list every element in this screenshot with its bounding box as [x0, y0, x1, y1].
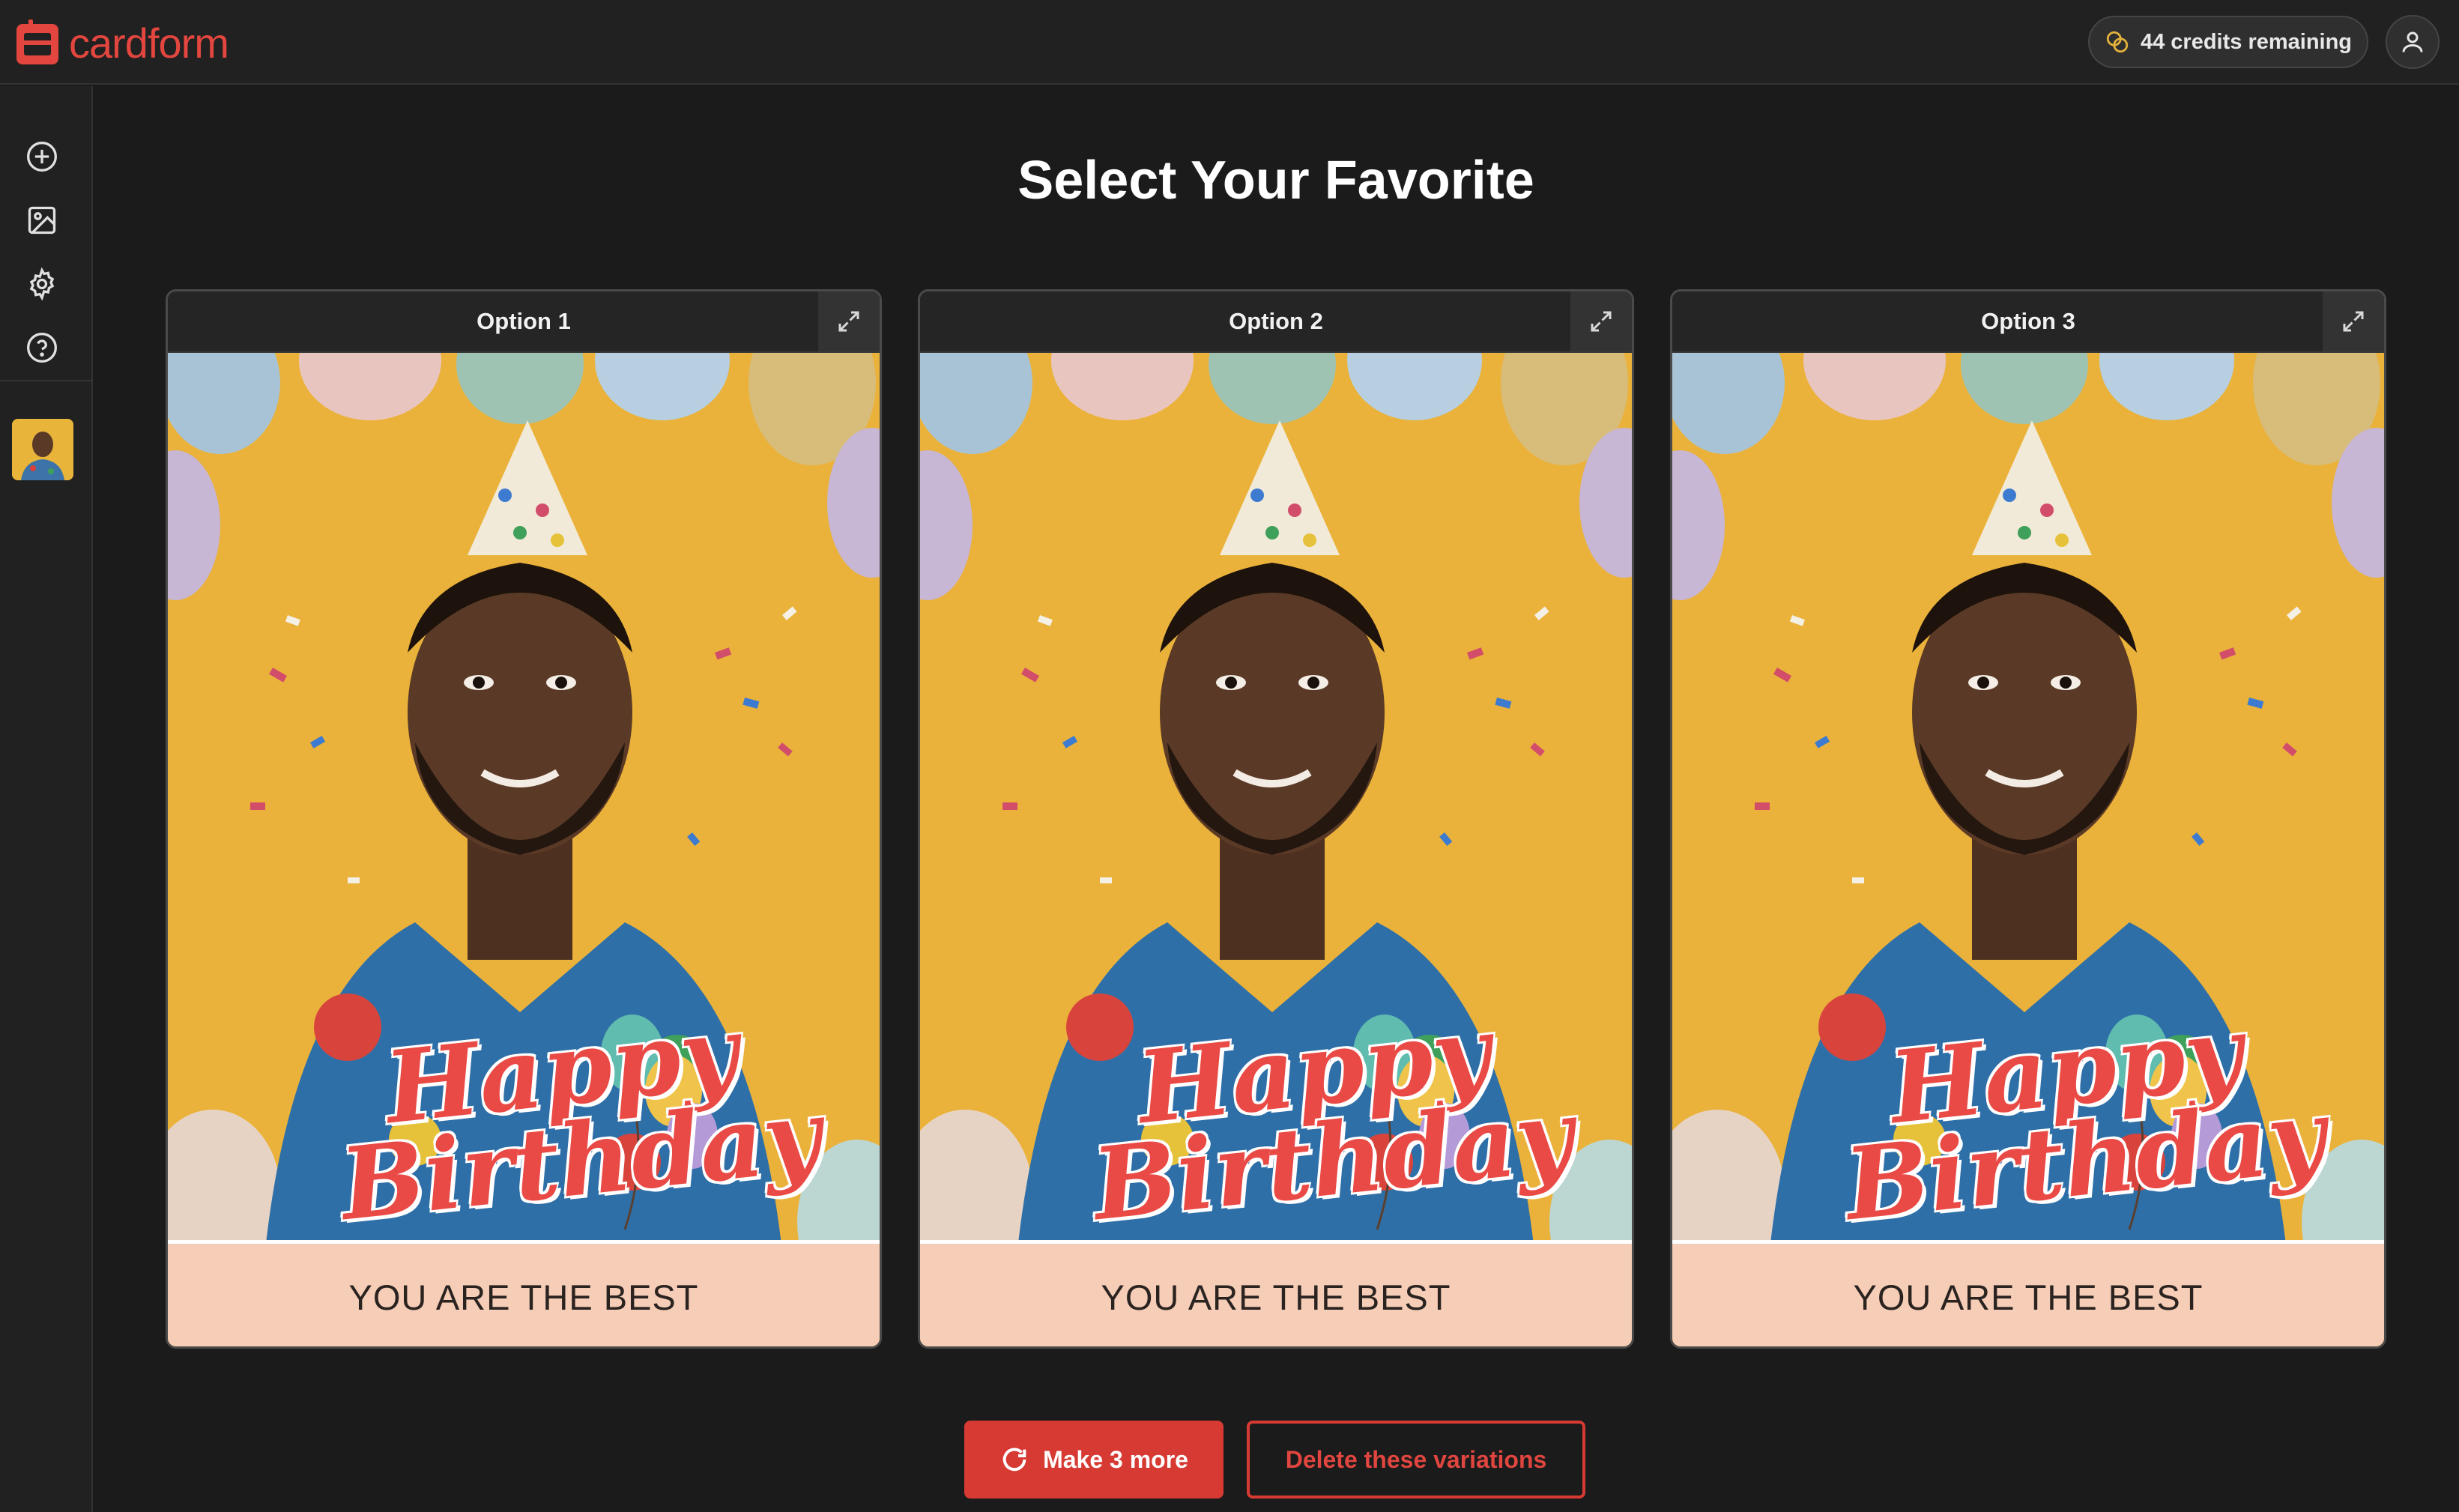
delete-variations-button[interactable]: Delete these variations: [1247, 1421, 1585, 1499]
sidebar-item-gallery[interactable]: [22, 201, 61, 240]
expand-button[interactable]: [2323, 291, 2384, 351]
card-banner: YOU ARE THE BEST: [920, 1240, 1632, 1346]
expand-icon: [838, 311, 859, 332]
top-bar: cardform 44 credits remaining: [0, 0, 2459, 85]
card-preview-image[interactable]: Happy Birthday YOU ARE THE BEST: [920, 353, 1632, 1346]
option-card-2[interactable]: Option 2 Happy Birthday YOU ARE THE BEST: [918, 289, 1634, 1349]
credits-badge[interactable]: 44 credits remaining: [2088, 16, 2368, 68]
expand-icon: [1591, 311, 1612, 332]
option-header: Option 1: [168, 291, 880, 353]
expand-icon: [2343, 311, 2364, 332]
option-header: Option 2: [920, 291, 1632, 353]
option-label: Option 2: [1229, 308, 1323, 334]
sidebar-divider: [0, 380, 93, 381]
card-preview-image[interactable]: Happy Birthday YOU ARE THE BEST: [1672, 353, 2384, 1346]
account-button[interactable]: [2386, 15, 2440, 69]
card-banner: YOU ARE THE BEST: [168, 1240, 880, 1346]
sidebar-item-help[interactable]: [22, 328, 61, 367]
option-card-1[interactable]: Option 1 Happy Birthday YOU ARE THE BEST: [166, 289, 882, 1349]
option-card-3[interactable]: Option 3 Happy Birthday YOU ARE THE BEST: [1670, 289, 2386, 1349]
plus-circle-icon: [27, 142, 57, 172]
refresh-icon: [1002, 1448, 1026, 1472]
app-name: cardform: [69, 19, 229, 67]
expand-button[interactable]: [1570, 291, 1632, 351]
expand-button[interactable]: [818, 291, 880, 351]
make-more-label: Make 3 more: [1043, 1445, 1188, 1473]
delete-label: Delete these variations: [1285, 1445, 1547, 1473]
make-more-button[interactable]: Make 3 more: [964, 1421, 1224, 1499]
user-icon: [2402, 31, 2423, 52]
thumbnail-image: [12, 419, 73, 480]
option-header: Option 3: [1672, 291, 2384, 353]
card-banner: YOU ARE THE BEST: [1672, 1240, 2384, 1346]
gear-icon: [29, 267, 55, 300]
cardform-logo-icon: [16, 19, 58, 64]
sidebar: [0, 86, 93, 1512]
sidebar-item-settings[interactable]: [22, 264, 61, 303]
sidebar-item-new[interactable]: [22, 137, 61, 176]
image-icon: [28, 206, 56, 235]
coins-icon: [2106, 31, 2129, 53]
credits-label: 44 credits remaining: [2140, 29, 2353, 54]
card-preview-image[interactable]: Happy Birthday YOU ARE THE BEST: [168, 353, 880, 1346]
page-title: Select Your Favorite: [1017, 151, 1534, 211]
help-circle-icon: [27, 333, 57, 363]
recent-card-thumbnail[interactable]: [12, 419, 73, 480]
app-logo[interactable]: cardform: [13, 16, 229, 69]
option-label: Option 1: [477, 308, 571, 334]
option-label: Option 3: [1981, 308, 2075, 334]
